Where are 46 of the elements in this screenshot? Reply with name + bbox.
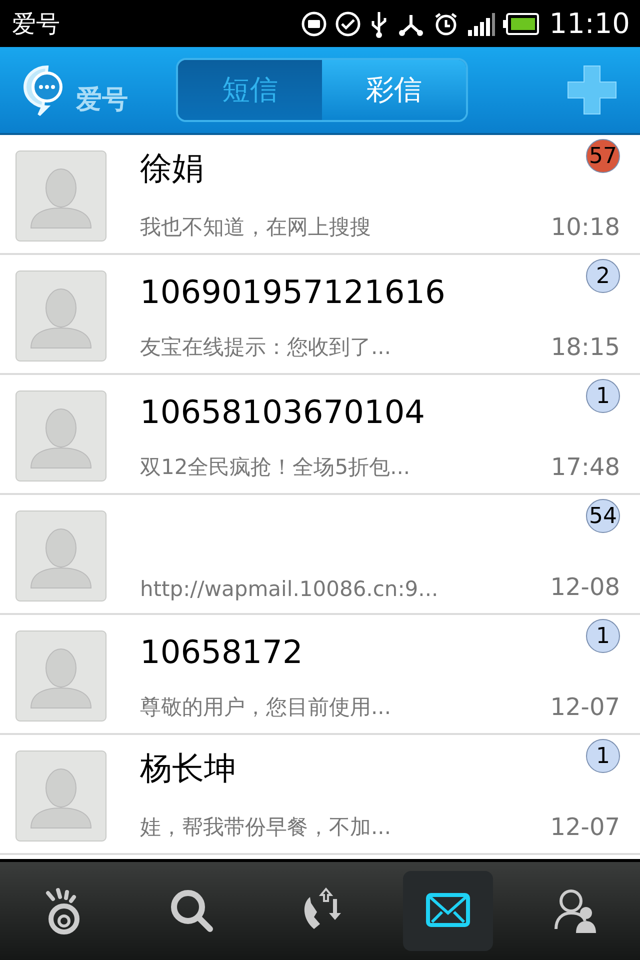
conversation-row[interactable]: 10658172 尊敬的用户，您目前使用... 1 12-07 bbox=[0, 615, 640, 735]
avatar-icon bbox=[15, 150, 107, 242]
battery-icon bbox=[503, 12, 540, 34]
search-icon bbox=[168, 887, 216, 935]
message-preview: 尊敬的用户，您目前使用... bbox=[140, 694, 392, 721]
conversation-row[interactable]: 徐娟 我也不知道，在网上搜搜 57 10:18 bbox=[0, 135, 640, 255]
message-preview: 娃，帮我带份早餐，不加... bbox=[140, 814, 392, 841]
conversation-row[interactable]: 杨长坤 娃，帮我带份早餐，不加... 1 12-07 bbox=[0, 735, 640, 855]
usb-icon bbox=[369, 10, 390, 38]
message-preview: http://wapmail.10086.cn:9... bbox=[140, 577, 440, 601]
message-preview: 友宝在线提示：您收到了... bbox=[140, 334, 392, 361]
contact-name: 杨长坤 bbox=[140, 748, 237, 789]
unread-count: 2 bbox=[586, 259, 620, 293]
conversation-row[interactable]: 106901957121616 友宝在线提示：您收到了... 2 18:15 bbox=[0, 255, 640, 375]
message-time: 18:15 bbox=[550, 333, 620, 361]
contact-name: 10658103670104 bbox=[140, 393, 426, 431]
avatar-icon bbox=[15, 270, 107, 362]
conversation-row[interactable]: 10658103670104 双12全民疯抢！全场5折包... 1 17:48 bbox=[0, 375, 640, 495]
unread-count: 54 bbox=[586, 499, 620, 533]
contact-name: 106901957121616 bbox=[140, 273, 446, 311]
message-preview: 我也不知道，在网上搜搜 bbox=[140, 214, 372, 241]
notification-icon bbox=[301, 10, 328, 36]
message-time: 12-07 bbox=[550, 813, 620, 841]
signal-icon bbox=[467, 10, 496, 36]
app-name: 爱号 bbox=[76, 84, 128, 117]
unread-count: 1 bbox=[586, 619, 620, 653]
message-time: 12-08 bbox=[550, 573, 620, 601]
conversation-row[interactable]: http://wapmail.10086.cn:9... 54 12-08 bbox=[0, 495, 640, 615]
message-preview: 双12全民疯抢！全场5折包... bbox=[140, 454, 412, 481]
message-time: 10:18 bbox=[550, 213, 620, 241]
contact-name: 徐娟 bbox=[140, 148, 205, 189]
nav-tab[interactable] bbox=[403, 871, 493, 951]
contact-name: 10658172 bbox=[140, 633, 304, 671]
clock-time: 11:10 bbox=[549, 7, 630, 40]
check-icon bbox=[335, 10, 362, 36]
avatar-icon bbox=[15, 750, 107, 842]
alarm-icon bbox=[433, 10, 460, 36]
unread-count: 57 bbox=[586, 139, 620, 173]
avatar-icon bbox=[15, 510, 107, 602]
avatar-icon bbox=[15, 630, 107, 722]
message-time: 12-07 bbox=[550, 693, 620, 721]
unread-count: 1 bbox=[586, 379, 620, 413]
unread-count: 1 bbox=[586, 739, 620, 773]
status-title: 爱号 bbox=[12, 8, 60, 40]
message-time: 17:48 bbox=[550, 453, 620, 481]
avatar-icon bbox=[15, 390, 107, 482]
